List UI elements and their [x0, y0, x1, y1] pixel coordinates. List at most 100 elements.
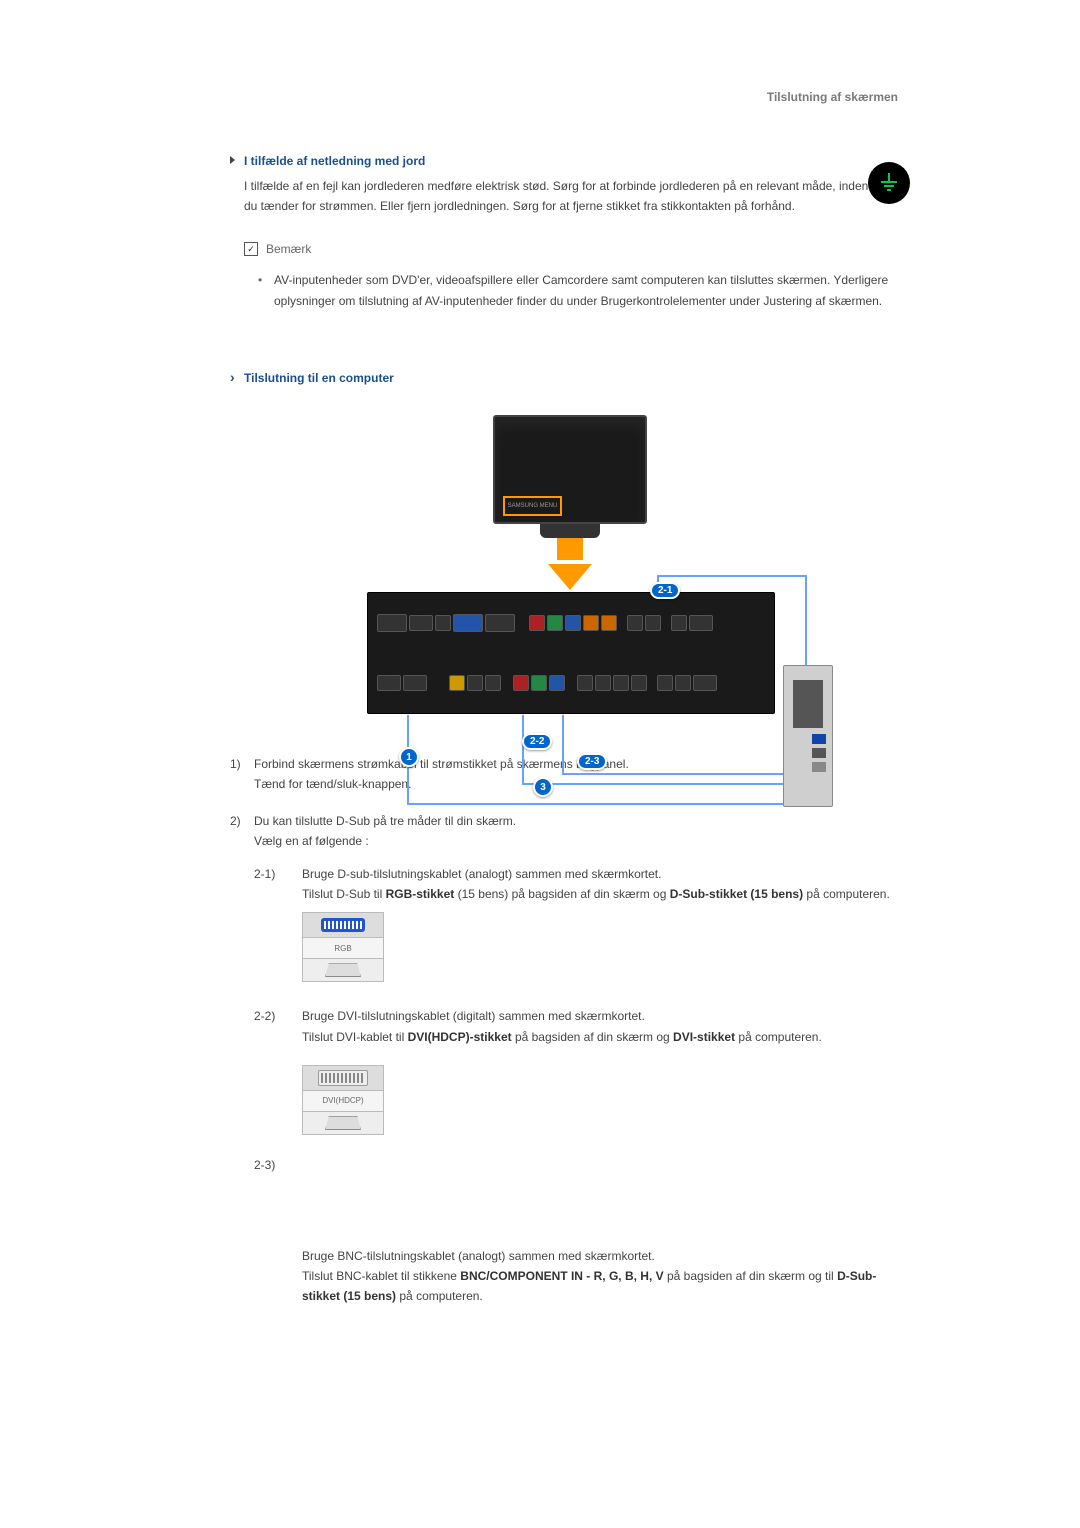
port [485, 614, 515, 632]
text: på computeren. [803, 887, 890, 901]
port [449, 675, 465, 691]
port [601, 615, 617, 631]
port [467, 675, 483, 691]
bold-text: BNC/COMPONENT IN - R, G, B, H, V [460, 1269, 663, 1283]
note-block: ✓ Bemærk AV-inputenheder som DVD'er, vid… [230, 241, 910, 311]
port [529, 615, 545, 631]
substep-title: Bruge D-sub-tilslutningskablet (analogt)… [302, 864, 910, 884]
cable-line [407, 803, 827, 805]
port [435, 615, 451, 631]
substep-spacer [254, 1246, 302, 1307]
page-title: Tilslutning af skærmen [230, 90, 910, 104]
cable-line [522, 783, 812, 785]
port [693, 675, 717, 691]
trap-icon [325, 963, 361, 977]
text: på bagsiden af din skærm og til [664, 1269, 837, 1283]
bold-text: DVI(HDCP)-stikket [408, 1030, 512, 1044]
port [377, 614, 407, 632]
note-label: ✓ Bemærk [244, 242, 311, 256]
substep-text: Tilslut DVI-kablet til DVI(HDCP)-stikket… [302, 1027, 910, 1047]
rgb-connector-diagram: RGB [302, 912, 384, 982]
port [409, 615, 433, 631]
section1-heading: I tilfælde af netledning med jord [230, 154, 910, 168]
text: på computeren. [735, 1030, 822, 1044]
badge-2-3: 2-3 [577, 753, 607, 770]
monitor-illustration: SAMSUNG MENU [493, 415, 647, 524]
port [547, 615, 563, 631]
port [583, 615, 599, 631]
note-label-text: Bemærk [266, 242, 311, 256]
document-page: Tilslutning af skærmen I tilfælde af net… [0, 0, 1080, 1528]
section2-heading: Tilslutning til en computer [230, 371, 910, 385]
note-list: AV-inputenheder som DVD'er, videoafspill… [244, 270, 910, 311]
substep-number: 2-2) [254, 1006, 302, 1135]
substep-number: 2-3) [254, 1155, 302, 1175]
text: Tilslut BNC-kablet til stikkene [302, 1269, 460, 1283]
step-line: Du kan tilslutte D-Sub på tre måder til … [254, 811, 910, 831]
pc-tower-port [812, 762, 826, 772]
substep-text: Tilslut D-Sub til RGB-stikket (15 bens) … [302, 884, 910, 904]
substep-body: Bruge DVI-tilslutningskablet (digitalt) … [302, 1006, 910, 1135]
substep-body: Bruge BNC-tilslutningskablet (analogt) s… [302, 1246, 910, 1307]
step-number: 2) [230, 811, 254, 1307]
bold-text: D-Sub-stikket (15 bens) [670, 887, 803, 901]
port [645, 615, 661, 631]
substep-2-2: 2-2) Bruge DVI-tilslutningskablet (digit… [254, 1006, 910, 1135]
port [565, 615, 581, 631]
port [377, 675, 401, 691]
rear-panel [367, 592, 775, 714]
bold-text: DVI-stikket [673, 1030, 735, 1044]
port [671, 615, 687, 631]
text: Tilslut D-Sub til [302, 887, 386, 901]
text: på computeren. [396, 1289, 483, 1303]
port [627, 615, 643, 631]
monitor-tag: SAMSUNG MENU [503, 496, 562, 516]
pc-tower [783, 665, 833, 807]
port [631, 675, 647, 691]
port [675, 675, 691, 691]
dvi-connector-diagram: DVI(HDCP) [302, 1065, 384, 1135]
badge-3: 3 [533, 777, 553, 797]
step-body: Du kan tilslutte D-Sub på tre måder til … [254, 811, 910, 1307]
substep-2-3-extra: Bruge BNC-tilslutningskablet (analogt) s… [254, 1246, 910, 1307]
trap-icon [325, 1116, 361, 1130]
vga-plug-icon [321, 918, 365, 932]
check-icon: ✓ [244, 242, 258, 256]
steps-list: 1) Forbind skærmens strømkabel til strøm… [230, 754, 910, 1307]
badge-2-2: 2-2 [522, 733, 552, 750]
cable-line [562, 715, 564, 775]
pc-tower-grille [793, 680, 823, 728]
port [513, 675, 529, 691]
connector-plug [303, 913, 383, 938]
port [485, 675, 501, 691]
port [403, 675, 427, 691]
ground-icon [868, 162, 910, 204]
step-number: 1) [230, 754, 254, 795]
substep-2-1: 2-1) Bruge D-sub-tilslutningskablet (ana… [254, 864, 910, 983]
cable-line [657, 575, 807, 577]
step-line: Vælg en af følgende : [254, 831, 910, 851]
connector-plug [303, 1066, 383, 1091]
arrow-down-icon [548, 564, 592, 590]
port [531, 675, 547, 691]
substep-number: 2-1) [254, 864, 302, 983]
arrow-stem [557, 538, 583, 560]
port [689, 615, 713, 631]
connector-trap [303, 959, 383, 981]
cable-line [562, 773, 812, 775]
substep-2-3: 2-3) [254, 1155, 910, 1175]
port [577, 675, 593, 691]
monitor-stand [540, 524, 600, 538]
panel-row-top [368, 593, 774, 653]
dvi-plug-icon [318, 1070, 368, 1086]
text: Tilslut DVI-kablet til [302, 1030, 408, 1044]
substep-body: Bruge D-sub-tilslutningskablet (analogt)… [302, 864, 910, 983]
connector-label: RGB [303, 938, 383, 959]
badge-2-1: 2-1 [650, 582, 680, 599]
port [657, 675, 673, 691]
text: på bagsiden af din skærm og [512, 1030, 673, 1044]
panel-row-bottom [368, 653, 774, 713]
port [613, 675, 629, 691]
substep-title: Bruge DVI-tilslutningskablet (digitalt) … [302, 1006, 910, 1026]
section1-body: I tilfælde af en fejl kan jordlederen me… [230, 176, 910, 217]
